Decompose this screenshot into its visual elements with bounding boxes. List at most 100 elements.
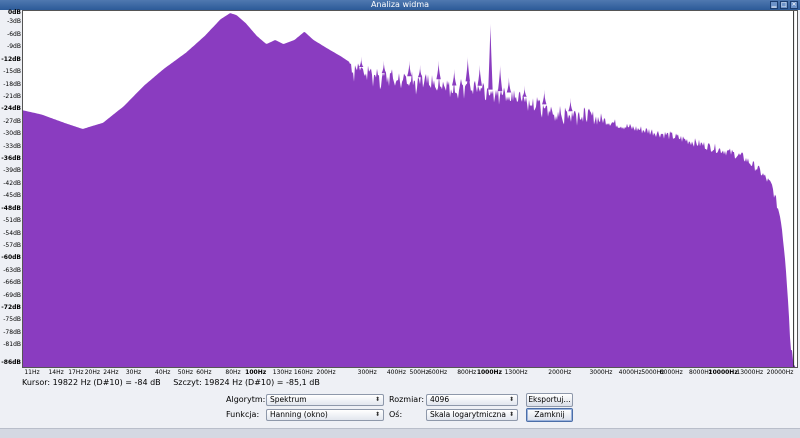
- y-tick-label: -9dB: [7, 43, 21, 51]
- spectrum-plot[interactable]: [22, 10, 798, 368]
- y-tick-label: -69dB: [3, 291, 21, 299]
- spectrum-peak-0: [488, 23, 493, 90]
- y-axis-labels: 0dB -3dB -6dB -9dB -12dB -15dB -18dB -21dB -24dB…: [0, 10, 22, 368]
- x-tick-label: 400Hz: [386, 369, 406, 376]
- size-select[interactable]: 4096 ⬍: [426, 394, 518, 406]
- x-tick-label: 24Hz: [103, 369, 119, 376]
- x-tick-label: 11Hz: [24, 369, 40, 376]
- y-tick-label: -21dB: [3, 92, 21, 100]
- x-tick-label: 14Hz: [48, 369, 64, 376]
- x-tick-label: 60Hz: [196, 369, 212, 376]
- y-tick-label: -30dB: [3, 130, 21, 138]
- size-select-value: 4096: [430, 395, 450, 404]
- x-tick-label: 2000Hz: [548, 369, 572, 376]
- y-tick-label: -18dB: [3, 80, 21, 88]
- y-tick-label: -72dB: [1, 304, 21, 312]
- y-tick-label: -45dB: [3, 192, 21, 200]
- algorithm-select[interactable]: Spektrum ⬍: [266, 394, 384, 406]
- y-tick-label: -81dB: [3, 341, 21, 349]
- minimize-button[interactable]: ▁: [770, 1, 778, 9]
- y-tick-label: -36dB: [1, 155, 21, 163]
- spectrum-peak-12: [542, 89, 547, 105]
- x-tick-label: 1000Hz: [476, 369, 503, 376]
- x-tick-label: 20000Hz: [766, 369, 794, 376]
- window-titlebar: Analiza widma ▁ □ ✕: [0, 0, 800, 10]
- spectrum-peak-6: [407, 60, 412, 77]
- spectrum-peak-9: [452, 68, 457, 86]
- y-tick-label: -39dB: [3, 167, 21, 175]
- spectrum-peak-2: [477, 64, 482, 86]
- x-tick-label: 30Hz: [125, 369, 142, 376]
- x-tick-label: 80Hz: [225, 369, 241, 376]
- spectrum-peak-13: [568, 97, 573, 112]
- x-tick-label: 800Hz: [457, 369, 477, 376]
- axis-select-value: Skala logarytmiczna: [430, 410, 506, 419]
- x-tick-label: 13000Hz: [736, 369, 764, 376]
- function-label: Funkcja:: [226, 410, 260, 419]
- chevron-updown-icon: ⬍: [374, 396, 380, 403]
- y-tick-label: -75dB: [3, 316, 21, 324]
- algorithm-select-value: Spektrum: [270, 395, 307, 404]
- x-tick-label: 50Hz: [177, 369, 193, 376]
- function-select-value: Hanning (okno): [270, 410, 328, 419]
- spectrum-peak-10: [506, 77, 512, 93]
- spectrum-peak-1: [465, 56, 470, 82]
- x-tick-label: 20Hz: [84, 369, 100, 376]
- x-axis-labels: 11Hz 14Hz 17Hz 20Hz 24Hz 30Hz 40Hz 50Hz 60Hz 80Hz…: [22, 368, 798, 378]
- y-tick-label: -12dB: [1, 55, 21, 63]
- y-tick-label: -33dB: [3, 142, 21, 150]
- spectrum-peak-4: [436, 60, 441, 80]
- axis-select[interactable]: Skala logarytmiczna ⬍: [426, 409, 518, 421]
- x-tick-label: 300Hz: [357, 369, 377, 376]
- y-tick-label: -6dB: [7, 30, 21, 38]
- x-tick-label: 6000Hz: [659, 369, 683, 376]
- peak-readout: Szczyt: 19824 Hz (D#10) = -85,1 dB: [173, 378, 320, 387]
- y-tick-label: -51dB: [3, 217, 21, 225]
- status-line: Kursor: 19822 Hz (D#10) = -84 dB Szczyt:…: [22, 378, 320, 388]
- x-tick-label: 1300Hz: [504, 369, 528, 376]
- y-tick-label: -63dB: [3, 266, 21, 274]
- y-tick-label: -78dB: [3, 328, 21, 336]
- y-tick-label: -66dB: [3, 279, 21, 287]
- spectrum-peak-3: [497, 64, 503, 92]
- axis-label: Oś:: [389, 410, 403, 419]
- y-tick-label: -15dB: [3, 68, 21, 76]
- x-tick-label: 4000Hz: [618, 369, 642, 376]
- y-tick-label: -42dB: [3, 179, 21, 187]
- y-tick-label: -3dB: [7, 18, 21, 26]
- spectrum-chart: [23, 11, 797, 367]
- maximize-button[interactable]: □: [780, 1, 788, 9]
- y-tick-label: -27dB: [3, 117, 21, 125]
- x-tick-label: 500Hz: [409, 369, 429, 376]
- chevron-updown-icon: ⬍: [508, 396, 514, 403]
- y-tick-label: -48dB: [1, 204, 21, 212]
- chevron-updown-icon: ⬍: [508, 411, 514, 418]
- close-button[interactable]: Zamknij: [526, 408, 573, 422]
- spectrum-area: [23, 13, 797, 367]
- x-tick-label: 17Hz: [68, 369, 84, 376]
- y-tick-label: -57dB: [3, 241, 21, 249]
- close-window-button[interactable]: ✕: [790, 1, 798, 9]
- x-tick-label: 40Hz: [155, 369, 171, 376]
- export-button[interactable]: Eksportuj...: [526, 393, 573, 407]
- x-tick-label: 200Hz: [316, 369, 336, 376]
- window-title: Analiza widma: [370, 0, 430, 9]
- cursor-readout: Kursor: 19822 Hz (D#10) = -84 dB: [22, 378, 161, 387]
- algorithm-label: Algorytm:: [226, 395, 266, 404]
- spectrum-peak-8: [359, 56, 364, 67]
- function-select[interactable]: Hanning (okno) ⬍: [266, 409, 384, 421]
- spectrum-peak-7: [381, 60, 387, 74]
- x-tick-label: 160Hz: [293, 369, 313, 376]
- x-tick-label: 130Hz: [272, 369, 292, 376]
- x-tick-label: 100Hz: [245, 369, 267, 376]
- y-tick-label: -60dB: [1, 254, 21, 262]
- y-tick-label: -86dB: [1, 359, 21, 366]
- y-tick-label: -24dB: [1, 105, 21, 113]
- x-tick-label: 3000Hz: [589, 369, 613, 376]
- size-label: Rozmiar:: [389, 395, 425, 404]
- y-tick-label: 0dB: [7, 9, 21, 16]
- y-tick-label: -54dB: [3, 229, 21, 237]
- x-tick-label: 600Hz: [428, 369, 448, 376]
- x-tick-label: 10000Hz: [708, 369, 738, 376]
- chevron-updown-icon: ⬍: [374, 411, 380, 418]
